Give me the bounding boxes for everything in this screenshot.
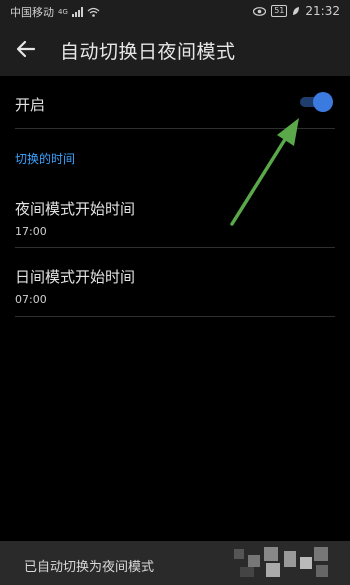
enable-row[interactable]: 开启 — [15, 94, 335, 115]
status-bar: 中国移动 4G 51 21:32 — [0, 0, 350, 22]
status-right: 51 21:32 — [253, 4, 340, 18]
app-bar: 自动切换日夜间模式 — [0, 22, 350, 76]
toggle-knob — [313, 92, 333, 112]
divider — [15, 247, 335, 248]
wifi-icon — [87, 7, 100, 17]
night-start-label: 夜间模式开始时间 — [15, 200, 136, 218]
signal-icon — [71, 7, 83, 17]
day-start-value: 07:00 — [15, 293, 47, 306]
page-title: 自动切换日夜间模式 — [60, 41, 236, 63]
back-arrow-icon[interactable] — [14, 37, 38, 61]
battery-icon: 51 — [271, 5, 288, 17]
divider — [15, 128, 335, 129]
night-start-row[interactable]: 夜间模式开始时间 17:00 — [15, 198, 335, 238]
toast-message: 已自动切换为夜间模式 — [24, 560, 155, 575]
divider — [15, 316, 335, 317]
eye-comfort-icon — [253, 6, 267, 16]
enable-label: 开启 — [15, 96, 46, 114]
toast-bar: 已自动切换为夜间模式 — [0, 541, 350, 585]
carrier-name: 中国移动 — [10, 6, 54, 19]
leaf-icon — [293, 7, 300, 15]
status-left: 中国移动 4G — [10, 4, 100, 20]
clock: 21:32 — [305, 4, 340, 18]
night-start-value: 17:00 — [15, 225, 47, 238]
watermark-mosaic — [234, 547, 328, 577]
enable-toggle[interactable] — [300, 92, 334, 112]
network-type: 4G — [58, 8, 68, 16]
day-start-label: 日间模式开始时间 — [15, 268, 136, 286]
section-header: 切换的时间 — [15, 152, 76, 166]
day-start-row[interactable]: 日间模式开始时间 07:00 — [15, 266, 335, 306]
